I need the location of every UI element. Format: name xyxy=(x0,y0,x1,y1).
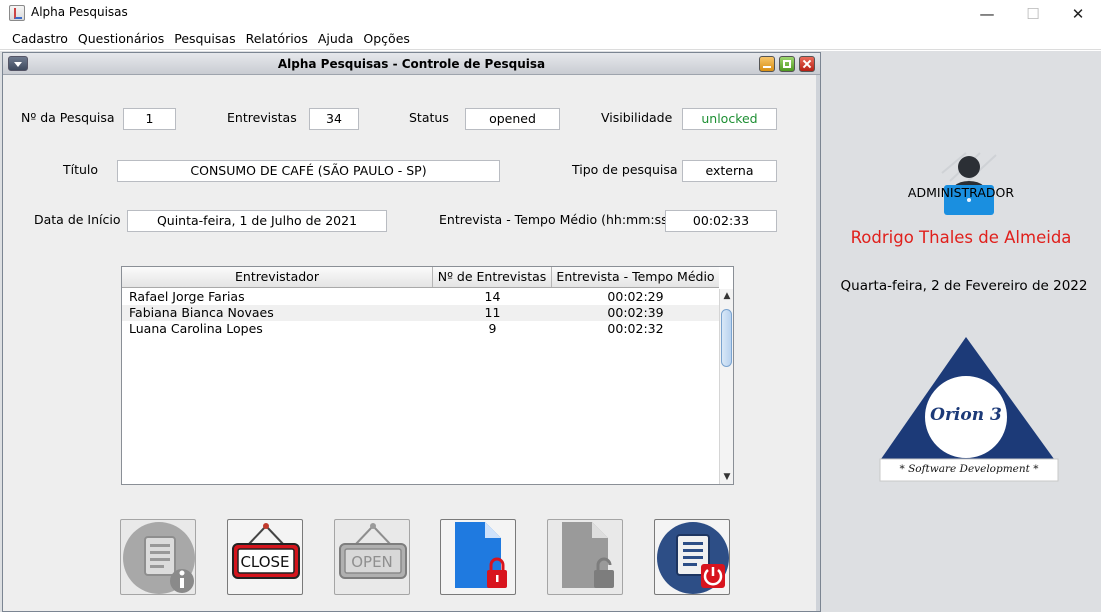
cell-num-entrevistas: 14 xyxy=(484,289,501,304)
data-inicio-field[interactable]: Quinta-feira, 1 de Julho de 2021 xyxy=(127,210,387,232)
menu-cadastro[interactable]: Cadastro xyxy=(7,31,73,46)
numero-label: Nº da Pesquisa xyxy=(21,110,115,125)
logo-tagline: * Software Development * xyxy=(899,463,1039,475)
table-row[interactable]: Fabiana Bianca Novaes 11 00:02:39 xyxy=(122,305,719,321)
survey-info-button[interactable] xyxy=(120,519,196,595)
cell-entrevistador: Rafael Jorge Farias xyxy=(129,289,245,304)
research-control-frame: Alpha Pesquisas - Controle de Pesquisa N… xyxy=(2,52,821,612)
user-name: Rodrigo Thales de Almeida xyxy=(850,228,1072,247)
tipo-label: Tipo de pesquisa xyxy=(572,162,678,177)
exit-survey-button[interactable] xyxy=(654,519,730,595)
entrevistas-label: Entrevistas xyxy=(227,110,297,125)
menu-bar: Cadastro Questionários Pesquisas Relatór… xyxy=(0,28,1101,50)
menu-relatorios[interactable]: Relatórios xyxy=(241,31,313,46)
table-scrollbar[interactable]: ▲ ▼ xyxy=(719,289,733,484)
titulo-field[interactable]: CONSUMO DE CAFÉ (SÃO PAULO - SP) xyxy=(117,160,500,182)
app-icon xyxy=(9,5,25,21)
cell-tempo-medio: 00:02:29 xyxy=(607,289,664,304)
tipo-field[interactable]: externa xyxy=(682,160,777,182)
column-header-num-entrevistas[interactable]: Nº de Entrevistas xyxy=(433,267,552,287)
visibilidade-label: Visibilidade xyxy=(601,110,673,125)
menu-ajuda[interactable]: Ajuda xyxy=(313,31,359,46)
tempo-medio-label: Entrevista - Tempo Médio (hh:mm:ss) xyxy=(439,212,673,227)
data-inicio-label: Data de Início xyxy=(34,212,121,227)
table-row[interactable]: Rafael Jorge Farias 14 00:02:29 xyxy=(122,289,719,305)
maximize-window-button[interactable]: ☐ xyxy=(1010,0,1056,28)
titulo-label: Título xyxy=(63,162,99,177)
menu-opcoes[interactable]: Opções xyxy=(358,31,415,46)
cell-num-entrevistas: 11 xyxy=(484,305,501,320)
frame-maximize-button[interactable] xyxy=(779,56,795,72)
close-sign-text: CLOSE xyxy=(240,553,290,571)
lock-survey-button[interactable] xyxy=(440,519,516,595)
open-survey-button[interactable]: OPEN xyxy=(334,519,410,595)
os-title-bar: Alpha Pesquisas — ☐ ✕ xyxy=(0,0,1101,28)
close-window-button[interactable]: ✕ xyxy=(1055,0,1101,28)
cell-tempo-medio: 00:02:39 xyxy=(607,305,664,320)
document-info-icon xyxy=(123,522,195,594)
entrevistas-field[interactable]: 34 xyxy=(309,108,359,130)
frame-minimize-button[interactable] xyxy=(759,56,775,72)
column-header-tempo-medio[interactable]: Entrevista - Tempo Médio xyxy=(552,267,719,287)
open-sign-text: OPEN xyxy=(351,553,393,571)
menu-pesquisas[interactable]: Pesquisas xyxy=(169,31,240,46)
document-power-icon xyxy=(657,522,729,594)
scroll-down-arrow-icon[interactable]: ▼ xyxy=(722,471,732,483)
visibilidade-field[interactable]: unlocked xyxy=(682,108,777,130)
scrollbar-thumb[interactable] xyxy=(721,309,732,367)
frame-close-button[interactable] xyxy=(799,56,815,72)
cell-tempo-medio: 00:02:32 xyxy=(607,321,664,336)
numero-field[interactable]: 1 xyxy=(123,108,176,130)
interviewers-table: Entrevistador Nº de Entrevistas Entrevis… xyxy=(121,266,734,485)
tempo-medio-field[interactable]: 00:02:33 xyxy=(665,210,777,232)
scroll-up-arrow-icon[interactable]: ▲ xyxy=(722,290,732,302)
unlock-survey-button[interactable] xyxy=(547,519,623,595)
frame-title: Alpha Pesquisas - Controle de Pesquisa xyxy=(277,57,546,71)
status-field[interactable]: opened xyxy=(465,108,560,130)
table-header: Entrevistador Nº de Entrevistas Entrevis… xyxy=(122,267,719,288)
desktop-pane: Alpha Pesquisas - Controle de Pesquisa N… xyxy=(0,51,1101,612)
menu-questionarios[interactable]: Questionários xyxy=(73,31,169,46)
logo-name: Orion 3 xyxy=(930,405,1002,425)
user-role: ADMINISTRADOR xyxy=(907,185,1015,200)
cell-num-entrevistas: 9 xyxy=(488,321,497,336)
frame-title-bar[interactable]: Alpha Pesquisas - Controle de Pesquisa xyxy=(3,53,820,75)
table-row[interactable]: Luana Carolina Lopes 9 00:02:32 xyxy=(122,321,719,337)
column-header-entrevistador[interactable]: Entrevistador xyxy=(122,267,433,287)
frame-border xyxy=(816,75,820,611)
cell-entrevistador: Fabiana Bianca Novaes xyxy=(129,305,274,320)
locked-document-icon xyxy=(455,522,507,588)
status-label: Status xyxy=(409,110,449,125)
table-body: Rafael Jorge Farias 14 00:02:29 Fabiana … xyxy=(122,289,719,337)
current-date: Quarta-feira, 2 de Fevereiro de 2022 xyxy=(840,278,1088,294)
unlocked-document-icon xyxy=(562,522,614,588)
app-title: Alpha Pesquisas xyxy=(31,5,128,19)
minimize-window-button[interactable]: — xyxy=(964,0,1010,28)
close-survey-button[interactable]: CLOSE xyxy=(227,519,303,595)
cell-entrevistador: Luana Carolina Lopes xyxy=(129,321,263,336)
